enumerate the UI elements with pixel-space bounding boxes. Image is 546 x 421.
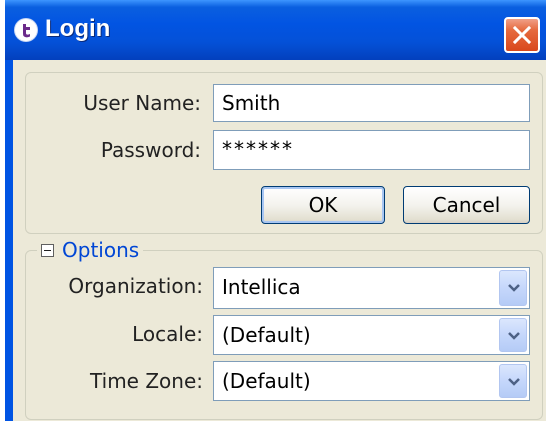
timezone-select[interactable]: (Default) (213, 361, 530, 401)
window-title: Login (45, 15, 111, 42)
username-label: User Name: (83, 91, 201, 115)
locale-label: Locale: (132, 322, 203, 346)
chevron-down-icon (508, 378, 520, 386)
organization-select[interactable]: Intellica (213, 267, 530, 309)
locale-value: (Default) (222, 323, 311, 347)
timezone-label: Time Zone: (90, 369, 203, 393)
app-logo-icon (15, 19, 37, 41)
organization-value: Intellica (222, 275, 301, 299)
organization-label: Organization: (68, 274, 203, 298)
chevron-down-icon (508, 332, 520, 340)
cancel-button[interactable]: Cancel (403, 186, 530, 224)
close-icon (513, 26, 531, 44)
options-title[interactable]: Options (62, 238, 139, 262)
timezone-dropdown-button[interactable] (499, 364, 527, 398)
collapse-minus-icon[interactable] (41, 243, 54, 257)
locale-select[interactable]: (Default) (213, 315, 530, 355)
username-input[interactable]: Smith (213, 84, 530, 122)
close-button[interactable] (504, 17, 540, 53)
chevron-down-icon (508, 284, 520, 292)
dialog-body: User Name: Smith Password: ****** OK Can… (13, 60, 546, 421)
ok-button[interactable]: OK (261, 186, 385, 224)
password-input[interactable]: ****** (213, 130, 530, 170)
timezone-value: (Default) (222, 369, 311, 393)
options-header[interactable]: Options (37, 237, 144, 263)
login-window: Login User Name: Smith Password: ****** … (5, 0, 546, 421)
locale-dropdown-button[interactable] (499, 318, 527, 352)
organization-dropdown-button[interactable] (499, 270, 527, 306)
title-bar[interactable]: Login (5, 0, 546, 60)
password-label: Password: (100, 138, 201, 162)
